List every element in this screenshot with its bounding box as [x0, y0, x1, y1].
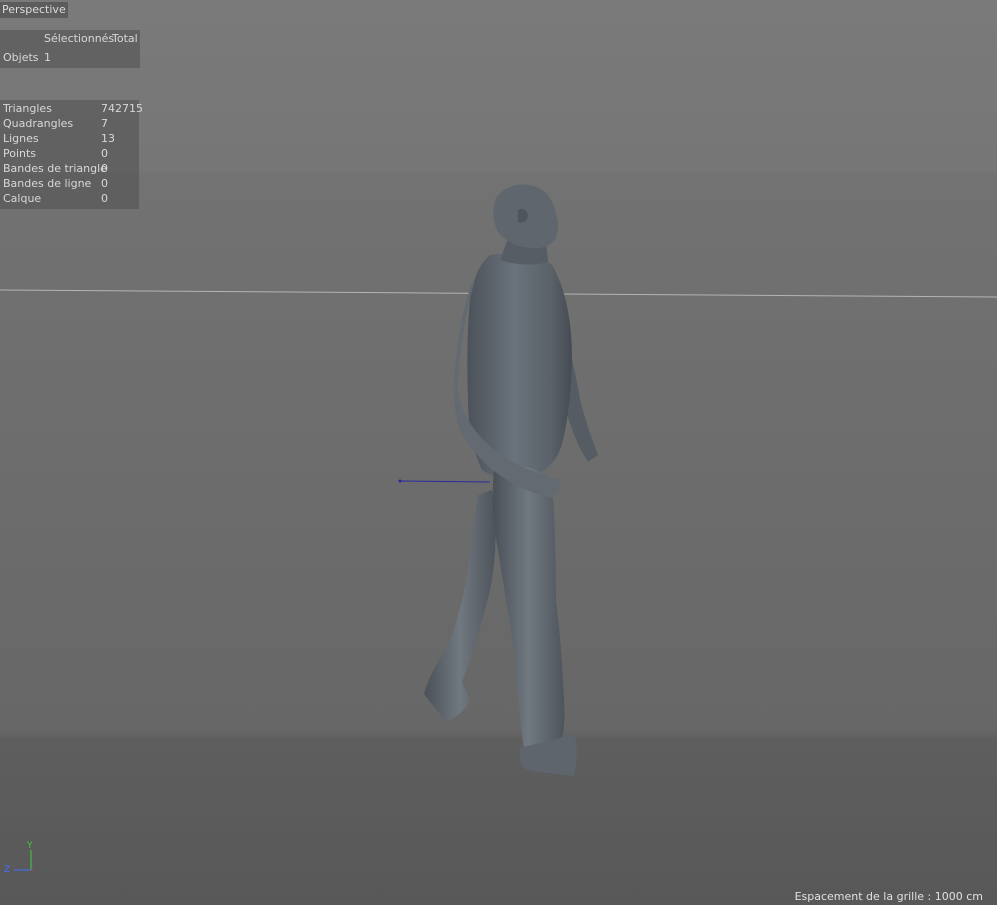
viewport-perspective[interactable]: Perspective Sélectionnés Total Objets 1 … — [0, 0, 997, 905]
stat-row-quadrangles: Quadrangles 7 — [0, 115, 139, 130]
hud-col-total: Total — [112, 32, 138, 45]
hud-objects-label: Objets — [3, 51, 39, 64]
stat-value: 13 — [101, 132, 115, 145]
object-axis-line — [399, 480, 491, 483]
stat-label: Quadrangles — [3, 117, 74, 130]
human-figure-model[interactable] — [424, 184, 598, 777]
axis-z-label: Z — [4, 865, 11, 875]
stat-value: 0 — [101, 192, 108, 205]
stat-row-points: Points 0 — [0, 145, 139, 160]
stat-label: Bandes de ligne — [3, 177, 92, 190]
stat-row-triangle-strips: Bandes de triangle 0 — [0, 160, 139, 175]
stat-label: Calque — [3, 192, 42, 205]
stat-value: 0 — [101, 177, 108, 190]
grid-spacing-label: Espacement de la grille : 1000 cm — [794, 890, 983, 903]
axis-y-label: Y — [27, 841, 33, 851]
back-leg — [424, 490, 496, 722]
front-leg — [492, 465, 565, 752]
stat-label: Bandes de triangle — [3, 162, 107, 175]
stat-label: Triangles — [3, 102, 52, 115]
stat-label: Lignes — [3, 132, 39, 145]
stat-row-triangles: Triangles 742715 — [0, 100, 143, 115]
hud-objects-panel: Sélectionnés Total Objets 1 — [0, 30, 140, 68]
stat-value: 742715 — [101, 102, 143, 115]
stat-row-layer: Calque 0 — [0, 190, 139, 205]
hud-stats-panel: Triangles 742715 Quadrangles 7 Lignes 13… — [0, 100, 143, 209]
hud-col-selected: Sélectionnés — [44, 32, 115, 45]
stat-row-line-strips: Bandes de ligne 0 — [0, 175, 139, 190]
scene-canvas[interactable] — [0, 0, 997, 905]
hud-objects-value: 1 — [44, 51, 51, 64]
axis-gizmo — [14, 850, 33, 871]
stat-value: 0 — [101, 147, 108, 160]
stat-label: Points — [3, 147, 37, 160]
stat-row-lines: Lignes 13 — [0, 130, 139, 145]
stat-value: 0 — [101, 162, 108, 175]
stat-value: 7 — [101, 117, 108, 130]
object-axis-tip — [398, 479, 402, 483]
view-title[interactable]: Perspective — [0, 2, 68, 18]
